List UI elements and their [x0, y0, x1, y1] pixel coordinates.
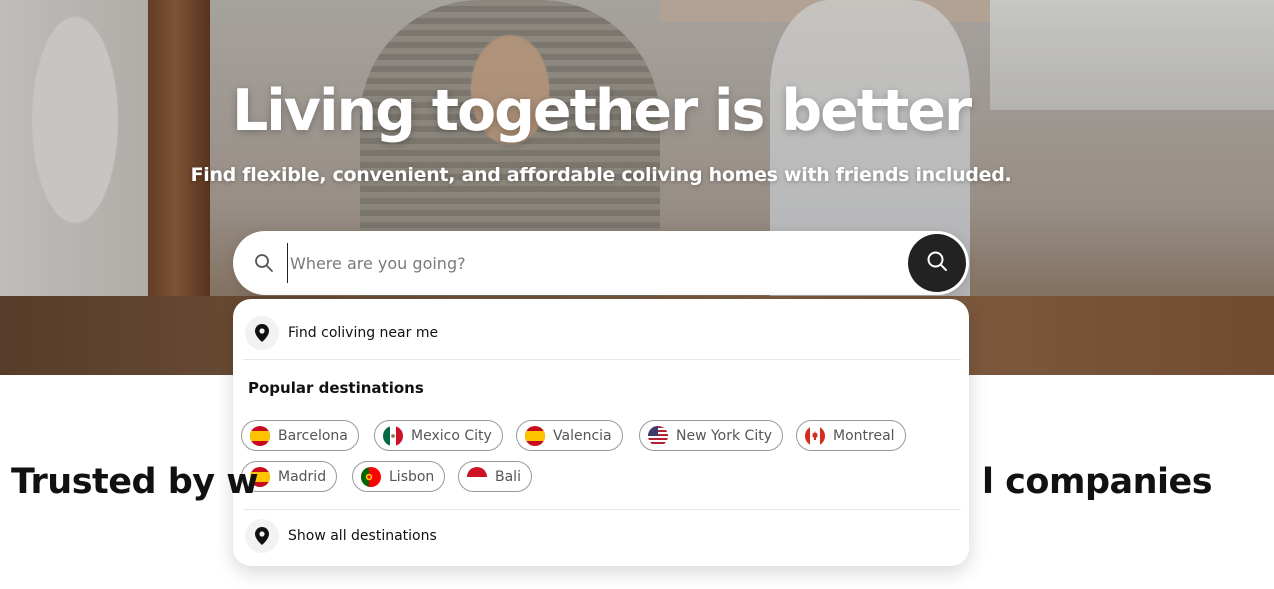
destination-chip-label: Mexico City	[411, 427, 492, 444]
show-all-destinations-option[interactable]: Show all destinations	[245, 517, 959, 555]
mexico-flag-icon	[383, 425, 403, 446]
destination-chip-label: Valencia	[553, 427, 612, 444]
destination-chip-label: Lisbon	[389, 468, 435, 485]
destination-chip-mexico-city[interactable]: Mexico City	[374, 420, 503, 451]
location-pin-icon	[245, 316, 279, 350]
destination-chip-label: Bali	[495, 468, 521, 485]
search-input[interactable]	[287, 243, 887, 283]
destination-chip-label: Madrid	[278, 468, 327, 485]
divider	[243, 509, 961, 510]
destination-chip-label: Montreal	[833, 427, 895, 444]
hero-title: Living together is better	[231, 78, 972, 144]
destination-chip-barcelona[interactable]: Barcelona	[241, 420, 359, 451]
trusted-heading-right: l companies	[982, 462, 1213, 502]
spain-flag-icon	[525, 425, 545, 446]
destination-chip-montreal[interactable]: Montreal	[796, 420, 906, 451]
canada-flag-icon	[805, 425, 825, 446]
search-suggestions-dropdown: Find coliving near me Popular destinatio…	[233, 299, 969, 566]
destination-chip-new-york-city[interactable]: New York City	[639, 420, 783, 451]
destination-chip-bali[interactable]: Bali	[458, 461, 532, 492]
search-submit-button[interactable]	[908, 234, 966, 292]
popular-destinations-title: Popular destinations	[248, 379, 424, 397]
find-near-me-label: Find coliving near me	[288, 325, 439, 341]
destination-chip-valencia[interactable]: Valencia	[516, 420, 623, 451]
indonesia-flag-icon	[467, 466, 487, 487]
destination-chip-label: New York City	[676, 427, 772, 444]
show-all-destinations-label: Show all destinations	[288, 528, 437, 544]
destination-chip-label: Barcelona	[278, 427, 348, 444]
spain-flag-icon	[250, 425, 270, 446]
search-icon	[254, 253, 274, 273]
search-bar	[233, 231, 969, 295]
search-icon	[926, 250, 948, 276]
destination-chip-lisbon[interactable]: Lisbon	[352, 461, 446, 492]
divider	[243, 359, 961, 360]
trusted-heading-left: Trusted by w	[11, 462, 259, 502]
find-near-me-option[interactable]: Find coliving near me	[245, 314, 959, 352]
usa-flag-icon	[648, 425, 668, 446]
hero-subtitle: Find flexible, convenient, and affordabl…	[190, 164, 1012, 186]
portugal-flag-icon	[361, 466, 381, 487]
location-pin-icon	[245, 519, 279, 553]
